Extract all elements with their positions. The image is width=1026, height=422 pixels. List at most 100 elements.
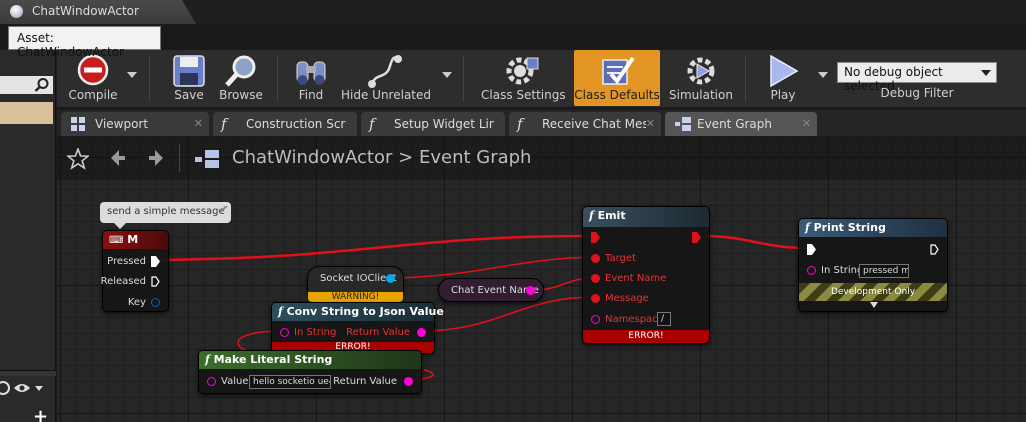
chat-event-name-variable-node[interactable]: Chat Event Name (438, 278, 544, 302)
pin-label: Key (127, 297, 146, 308)
viewport-icon (71, 117, 85, 131)
graph-header: ChatWindowActor > Event Graph (57, 136, 1026, 180)
tab-receive-chat-message[interactable]: f Receive Chat Mess ✕ (509, 112, 661, 136)
hide-unrelated-dropdown-icon[interactable] (442, 72, 452, 80)
in-string-pin[interactable] (807, 266, 816, 275)
return-value-pin[interactable] (417, 328, 426, 337)
simulation-button[interactable]: Simulation (665, 50, 737, 106)
return-value-pin[interactable] (404, 377, 413, 386)
browse-button[interactable]: Browse (217, 50, 265, 106)
play-label: Play (770, 88, 796, 102)
node-header: f Conv String to Json Value (272, 303, 444, 321)
in-string-input[interactable]: pressed m (859, 264, 909, 278)
back-arrow-icon[interactable] (107, 148, 127, 168)
blueprint-asset-icon (10, 5, 23, 18)
asset-tooltip: Asset: ChatWindowActor (8, 26, 161, 59)
node-title: Emit (597, 209, 626, 222)
add-icon[interactable]: + (33, 406, 48, 422)
star-icon[interactable] (67, 148, 89, 170)
toggle-icon[interactable] (0, 381, 10, 395)
conv-string-to-json-node[interactable]: f Conv String to Json Value In String Re… (271, 302, 444, 354)
emit-node[interactable]: f Emit Target Event Name Message Namespa… (582, 206, 710, 344)
magnifier-icon (225, 55, 256, 87)
panel-divider[interactable] (0, 370, 56, 376)
class-settings-button[interactable]: Class Settings (481, 50, 566, 106)
play-dropdown-icon[interactable] (818, 72, 828, 80)
print-string-node[interactable]: f Print String In String pressed m Devel… (798, 218, 948, 312)
key-struct-pin[interactable] (151, 298, 160, 307)
function-icon: f (205, 353, 210, 366)
chevron-down-icon (981, 70, 991, 76)
literal-value-input[interactable]: hello socketio ue4! (249, 375, 331, 389)
document-tab-label: ChatWindowActor (32, 4, 139, 18)
released-exec-pin[interactable] (151, 276, 160, 287)
node-header: f Emit (583, 207, 709, 227)
pin-label: Pressed (107, 256, 146, 267)
value-pin[interactable] (207, 377, 216, 386)
tab-viewport[interactable]: Viewport ✕ (61, 112, 209, 136)
pin-label: In String (294, 327, 337, 338)
hide-unrelated-icon (368, 55, 402, 88)
expand-arrow-icon[interactable] (870, 302, 878, 308)
breadcrumb-root[interactable]: ChatWindowActor (232, 147, 392, 168)
string-pin[interactable] (526, 286, 535, 295)
socket-client-variable-node[interactable]: Socket IOClient WARNING! (307, 266, 404, 302)
in-string-pin[interactable] (280, 328, 289, 337)
development-only-banner: Development Only (799, 283, 947, 301)
function-icon: f (278, 305, 283, 318)
save-button[interactable]: Save (161, 50, 217, 106)
class-defaults-button[interactable]: Class Defaults (574, 50, 660, 106)
node-title: Make Literal String (213, 353, 333, 366)
selected-list-item[interactable] (0, 102, 53, 124)
target-pin[interactable] (591, 254, 600, 263)
pin-label: In String (821, 265, 864, 276)
debug-object-select[interactable]: No debug object selected (837, 62, 997, 93)
debug-filter-label: Debug Filter (880, 86, 954, 100)
comment-resize-icon[interactable] (220, 206, 228, 214)
tab-setup-widget-links[interactable]: f Setup Widget Links (361, 112, 505, 136)
play-button[interactable]: Play (757, 50, 809, 106)
exec-in-pin[interactable] (591, 232, 600, 243)
event-name-pin[interactable] (591, 274, 600, 283)
search-input[interactable] (0, 76, 53, 94)
compile-label: Compile (68, 88, 118, 102)
pressed-exec-pin[interactable] (151, 256, 160, 267)
search-icon[interactable] (34, 77, 50, 93)
error-bar: ERROR! (583, 330, 709, 343)
find-button[interactable]: Find (287, 50, 335, 106)
toolbar-separator (149, 56, 150, 102)
close-icon[interactable]: ✕ (194, 117, 203, 130)
view-options[interactable] (0, 377, 56, 399)
message-pin[interactable] (591, 294, 600, 303)
breadcrumb-leaf: Event Graph (418, 147, 532, 168)
namespace-input[interactable]: / (657, 312, 671, 326)
make-literal-string-node[interactable]: f Make Literal String Value hello socket… (198, 350, 422, 394)
document-tab[interactable]: ChatWindowActor (0, 0, 196, 24)
object-pin[interactable] (386, 274, 395, 283)
pin-label: Return Value (346, 327, 410, 338)
editor-tabs: Viewport ✕ f Construction Scrip f Setup … (57, 110, 1026, 136)
node-title: Conv String to Json Value (286, 305, 444, 318)
tab-label: Event Graph (697, 117, 772, 131)
pin-label: Target (605, 253, 636, 264)
tab-event-graph[interactable]: Event Graph ✕ (665, 112, 817, 136)
exec-out-pin[interactable] (930, 244, 939, 255)
node-header: f Make Literal String (199, 351, 421, 369)
browse-label: Browse (219, 88, 263, 102)
forward-arrow-icon[interactable] (147, 148, 167, 168)
key-event-node[interactable]: ⌨ M Pressed Released Key (101, 230, 169, 312)
close-icon[interactable]: ✕ (646, 117, 655, 130)
hide-unrelated-button[interactable]: Hide Unrelated (341, 50, 431, 106)
find-label: Find (298, 88, 324, 102)
toolbar: Compile Save Browse Find Hide Unrelated … (57, 50, 1026, 108)
chevron-down-icon[interactable] (35, 386, 43, 391)
title-bar: ChatWindowActor (0, 0, 1026, 24)
comment-bubble[interactable]: send a simple message (100, 202, 231, 229)
exec-out-pin[interactable] (692, 232, 701, 243)
exec-in-pin[interactable] (807, 244, 816, 255)
compile-dropdown-icon[interactable] (127, 72, 137, 80)
tab-construction-script[interactable]: f Construction Scrip (213, 112, 357, 136)
close-icon[interactable]: ✕ (802, 117, 811, 130)
namespace-pin[interactable] (591, 315, 600, 324)
tab-label: Viewport (95, 117, 149, 131)
